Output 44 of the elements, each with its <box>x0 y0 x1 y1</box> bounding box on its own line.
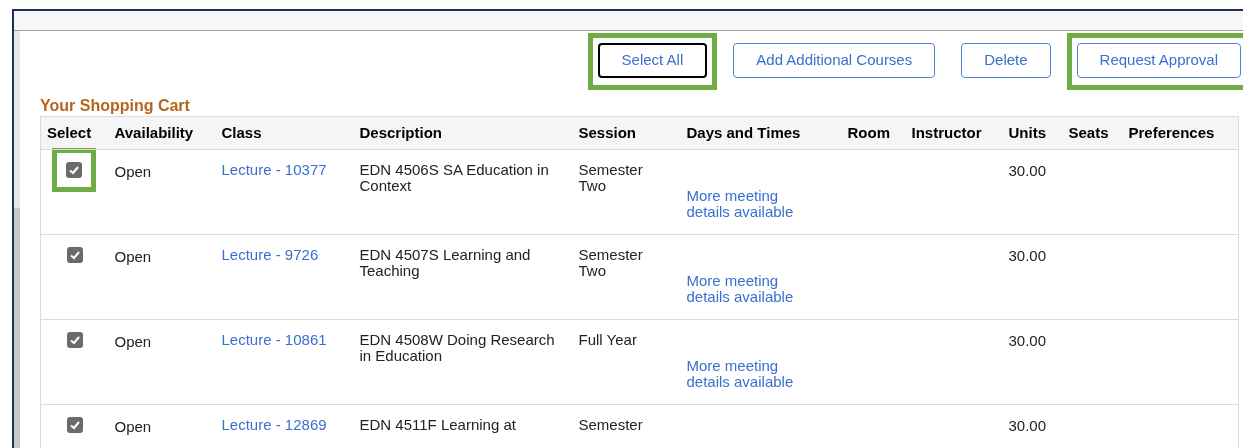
scrollbar[interactable] <box>14 31 20 448</box>
checkbox[interactable] <box>67 417 83 433</box>
class-link[interactable]: Lecture - 10861 <box>221 331 327 348</box>
units-text: 30.00 <box>1008 247 1047 264</box>
column-header: Instructor <box>911 123 982 141</box>
description-text: EDN 4506S SA Education in Context <box>359 161 549 194</box>
column-header: Availability <box>114 123 194 141</box>
class-link[interactable]: Lecture - 9726 <box>221 246 319 263</box>
session-text: Semester Two <box>578 247 644 279</box>
column-header: Units <box>1008 123 1046 141</box>
units-text: 30.00 <box>1008 162 1047 179</box>
section-title: Your Shopping Cart <box>40 96 190 116</box>
toolbar-button[interactable]: Request Approval <box>1076 43 1241 78</box>
units-text: 30.00 <box>1008 417 1047 434</box>
checkbox[interactable] <box>67 332 83 348</box>
availability-text: Open <box>114 248 152 265</box>
description-text: EDN 4507S Learning and Teaching <box>359 246 531 279</box>
toolbar-button[interactable]: Select All <box>597 43 708 78</box>
column-header: Preferences <box>1128 123 1215 141</box>
units-text: 30.00 <box>1008 332 1047 349</box>
column-header: Days and Times <box>686 123 801 141</box>
column-header: Description <box>359 123 442 141</box>
description-text: EDN 4511F Learning at <box>359 416 516 433</box>
session-text: Semester Two <box>578 162 644 194</box>
checkbox[interactable] <box>66 162 82 178</box>
column-header: Seats <box>1068 123 1109 141</box>
toolbar-button[interactable]: Delete <box>961 43 1051 78</box>
column-header: Select <box>47 123 92 141</box>
column-header: Class <box>221 123 262 141</box>
meeting-details-link[interactable]: More meeting details available <box>686 273 819 305</box>
meeting-details-link[interactable]: More meeting details available <box>686 188 819 220</box>
toolbar-button[interactable]: Add Additional Courses <box>733 43 936 78</box>
session-text: Semester <box>578 417 644 433</box>
column-header: Room <box>847 123 890 141</box>
availability-text: Open <box>114 418 152 435</box>
class-link[interactable]: Lecture - 12869 <box>221 416 327 433</box>
class-link[interactable]: Lecture - 10377 <box>221 161 327 178</box>
session-text: Full Year <box>578 332 638 348</box>
checkbox[interactable] <box>67 247 83 263</box>
availability-text: Open <box>114 163 152 180</box>
availability-text: Open <box>114 333 152 350</box>
column-header: Session <box>578 123 637 141</box>
description-text: EDN 4508W Doing Research in Education <box>359 331 555 364</box>
meeting-details-link[interactable]: More meeting details available <box>686 358 819 390</box>
